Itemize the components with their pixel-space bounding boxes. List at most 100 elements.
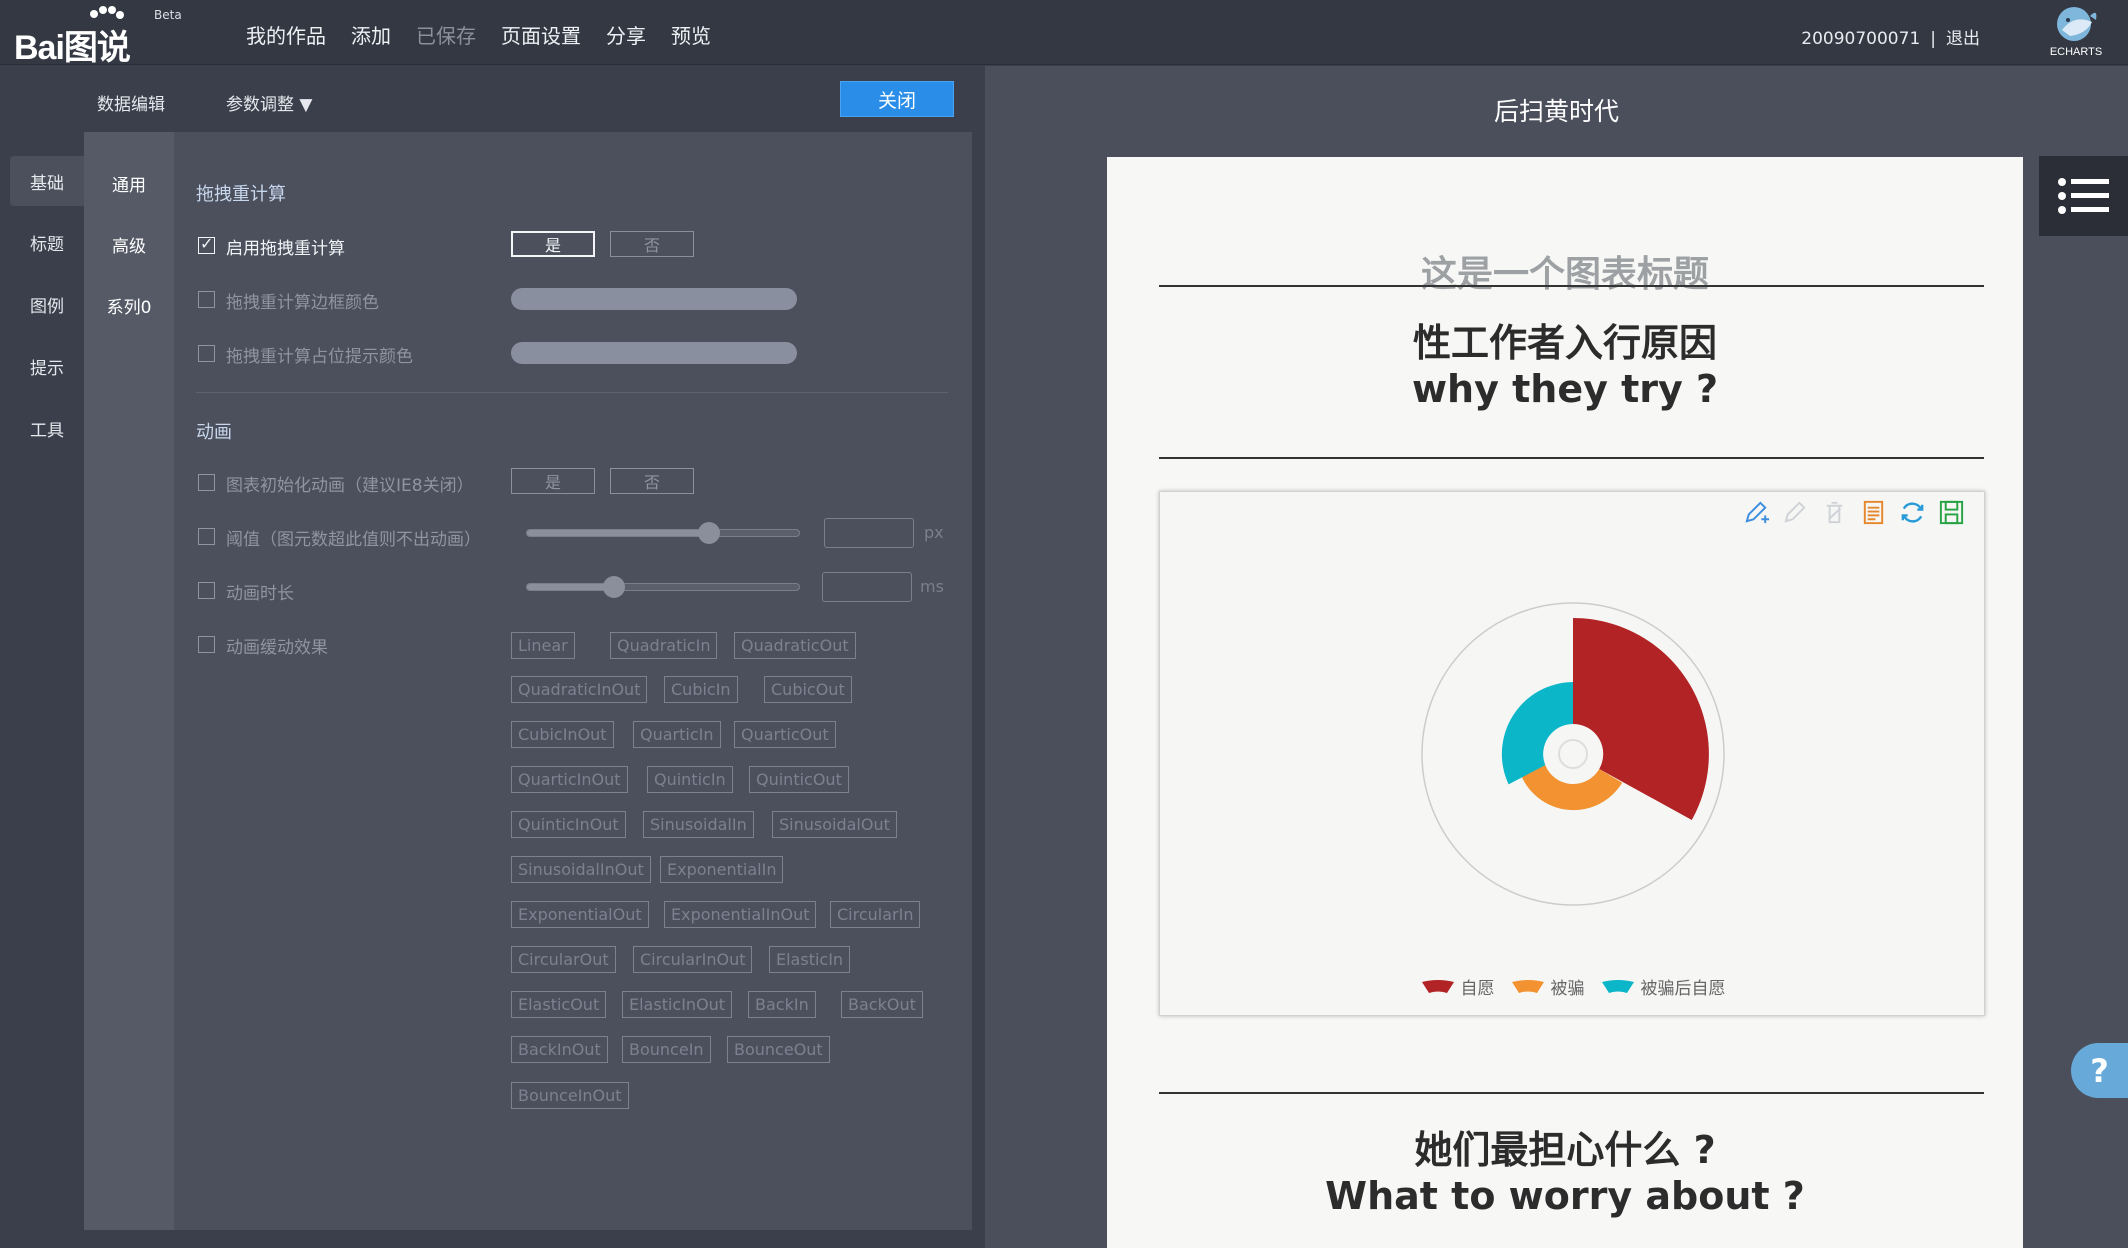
menu-advanced[interactable]: 高级 (84, 219, 184, 269)
duration-slider[interactable] (526, 576, 800, 598)
side-menu-button[interactable] (2039, 156, 2128, 236)
easing-bounce-out[interactable]: BounceOut (727, 1036, 830, 1063)
rose-chart[interactable] (1160, 492, 1986, 1017)
heading-2-cn: 她们最担心什么 ? (1414, 1128, 1716, 1172)
second-menu: 通用 高级 系列0 (84, 132, 184, 1230)
menu-legend[interactable]: 图例 (10, 279, 84, 329)
preview-card: 这是一个图表标题 性工作者入行原因 why they try ? 自愿 被骗 被… (1107, 157, 2023, 1248)
easing-back-in[interactable]: BackIn (748, 991, 816, 1018)
easing-elastic-inout[interactable]: ElasticInOut (622, 991, 733, 1018)
easing-label: 动画缓动效果 (226, 638, 328, 658)
easing-quadratic-inout[interactable]: QuadraticInOut (511, 676, 648, 703)
nav-saved[interactable]: 已保存 (416, 20, 476, 49)
enable-drag-checkbox[interactable] (198, 234, 215, 254)
legend-item[interactable]: 自愿 (1421, 974, 1495, 999)
duration-slider-handle[interactable] (603, 576, 625, 598)
nav-page-settings[interactable]: 页面设置 (501, 20, 581, 49)
legend-item[interactable]: 被骗 (1511, 974, 1585, 999)
easing-elastic-in[interactable]: ElasticIn (769, 946, 851, 973)
threshold-slider[interactable] (526, 522, 800, 544)
threshold-label: 阈值（图元数超此值则不出动画） (226, 530, 481, 550)
drag-border-color-picker[interactable] (511, 288, 797, 310)
easing-linear[interactable]: Linear (511, 632, 575, 659)
user-separator: | (1930, 29, 1936, 49)
bottom-edge (0, 1232, 985, 1248)
easing-quadratic-out[interactable]: QuadraticOut (734, 632, 856, 659)
slice-deceived-then-voluntary[interactable] (1501, 682, 1573, 785)
easing-exponential-inout[interactable]: ExponentialInOut (664, 901, 817, 928)
chart-inner-hole (1558, 739, 1588, 769)
chart-legend: 自愿 被骗 被骗后自愿 (1160, 974, 1986, 999)
easing-circular-inout[interactable]: CircularInOut (633, 946, 753, 973)
divider-line (1159, 285, 1984, 287)
chart-container[interactable]: 自愿 被骗 被骗后自愿 (1159, 491, 1985, 1016)
tab-params[interactable]: 参数调整 ▼ (226, 90, 312, 115)
preview-page-title: 后扫黄时代 (1493, 97, 1619, 126)
threshold-checkbox[interactable] (198, 528, 215, 545)
drag-placeholder-color-checkbox[interactable] (198, 345, 215, 362)
nav-my-works[interactable]: 我的作品 (246, 20, 326, 49)
easing-quintic-inout[interactable]: QuinticInOut (511, 811, 626, 838)
help-button[interactable]: ? (2071, 1043, 2128, 1098)
threshold-input[interactable] (824, 518, 914, 548)
duration-checkbox[interactable] (198, 582, 215, 599)
easing-sinusoidal-inout[interactable]: SinusoidalInOut (511, 856, 651, 883)
easing-sinusoidal-in[interactable]: SinusoidalIn (643, 811, 754, 838)
logout-link[interactable]: 退出 (1946, 29, 1980, 49)
editor-tabs: 数据编辑 参数调整 ▼ (0, 66, 985, 132)
drag-no-button[interactable]: 否 (610, 231, 694, 257)
drag-border-color-checkbox[interactable] (198, 291, 215, 308)
chart-title[interactable]: 这是一个图表标题 (1107, 245, 2023, 297)
easing-cubic-out[interactable]: CubicOut (764, 676, 852, 703)
easing-quartic-inout[interactable]: QuarticInOut (511, 766, 628, 793)
init-animation-checkbox[interactable] (198, 474, 215, 491)
nav-preview[interactable]: 预览 (671, 20, 711, 49)
easing-exponential-in[interactable]: ExponentialIn (660, 856, 784, 883)
animation-no-button[interactable]: 否 (610, 468, 694, 494)
easing-quadratic-in[interactable]: QuadraticIn (610, 632, 718, 659)
easing-circular-in[interactable]: CircularIn (830, 901, 921, 928)
threshold-unit: px (924, 523, 944, 542)
heading-1-en: why they try ? (1411, 367, 1719, 411)
easing-bounce-in[interactable]: BounceIn (622, 1036, 711, 1063)
nav-share[interactable]: 分享 (606, 20, 646, 49)
menu-series0[interactable]: 系列0 (84, 280, 174, 330)
drag-placeholder-color-picker[interactable] (511, 342, 797, 364)
easing-circular-out[interactable]: CircularOut (511, 946, 616, 973)
easing-quintic-in[interactable]: QuinticIn (647, 766, 733, 793)
duration-input[interactable] (822, 572, 912, 602)
easing-exponential-out[interactable]: ExponentialOut (511, 901, 649, 928)
menu-tooltip[interactable]: 提示 (10, 341, 84, 391)
easing-checkbox[interactable] (198, 636, 215, 653)
nav-add[interactable]: 添加 (351, 20, 391, 49)
menu-title[interactable]: 标题 (10, 217, 84, 267)
animation-yes-button[interactable]: 是 (511, 468, 595, 494)
menu-toolbox[interactable]: 工具 (10, 403, 84, 453)
init-animation-label: 图表初始化动画（建议IE8关闭） (226, 476, 474, 496)
user-id: 20090700071 (1801, 29, 1921, 49)
easing-bounce-inout[interactable]: BounceInOut (511, 1082, 629, 1109)
menu-general[interactable]: 通用 (84, 158, 174, 208)
legend-marker-icon (1421, 979, 1454, 993)
easing-quartic-in[interactable]: QuarticIn (633, 721, 721, 748)
easing-back-inout[interactable]: BackInOut (511, 1036, 608, 1063)
drag-placeholder-color-label: 拖拽重计算占位提示颜色 (226, 347, 413, 367)
easing-sinusoidal-out[interactable]: SinusoidalOut (772, 811, 897, 838)
easing-elastic-out[interactable]: ElasticOut (511, 991, 607, 1018)
easing-cubic-inout[interactable]: CubicInOut (511, 721, 614, 748)
echarts-logo[interactable]: ECHARTS (2046, 4, 2106, 60)
easing-quartic-out[interactable]: QuarticOut (734, 721, 836, 748)
baidu-tushuo-logo[interactable]: Bai图说 Beta (14, 6, 184, 67)
tab-data-edit[interactable]: 数据编辑 (97, 90, 165, 115)
legend-item[interactable]: 被骗后自愿 (1601, 974, 1726, 999)
drag-yes-button[interactable]: 是 (511, 231, 595, 257)
drag-border-color-label: 拖拽重计算边框颜色 (226, 293, 379, 313)
menu-basic[interactable]: 基础 (10, 156, 84, 206)
easing-cubic-in[interactable]: CubicIn (664, 676, 738, 703)
heading-1-cn: 性工作者入行原因 (1412, 321, 1717, 365)
easing-quintic-out[interactable]: QuinticOut (749, 766, 849, 793)
threshold-slider-handle[interactable] (698, 522, 720, 544)
menu-advanced-label: 高级 (112, 236, 146, 257)
close-button[interactable]: 关闭 (840, 81, 954, 117)
easing-back-out[interactable]: BackOut (841, 991, 923, 1018)
